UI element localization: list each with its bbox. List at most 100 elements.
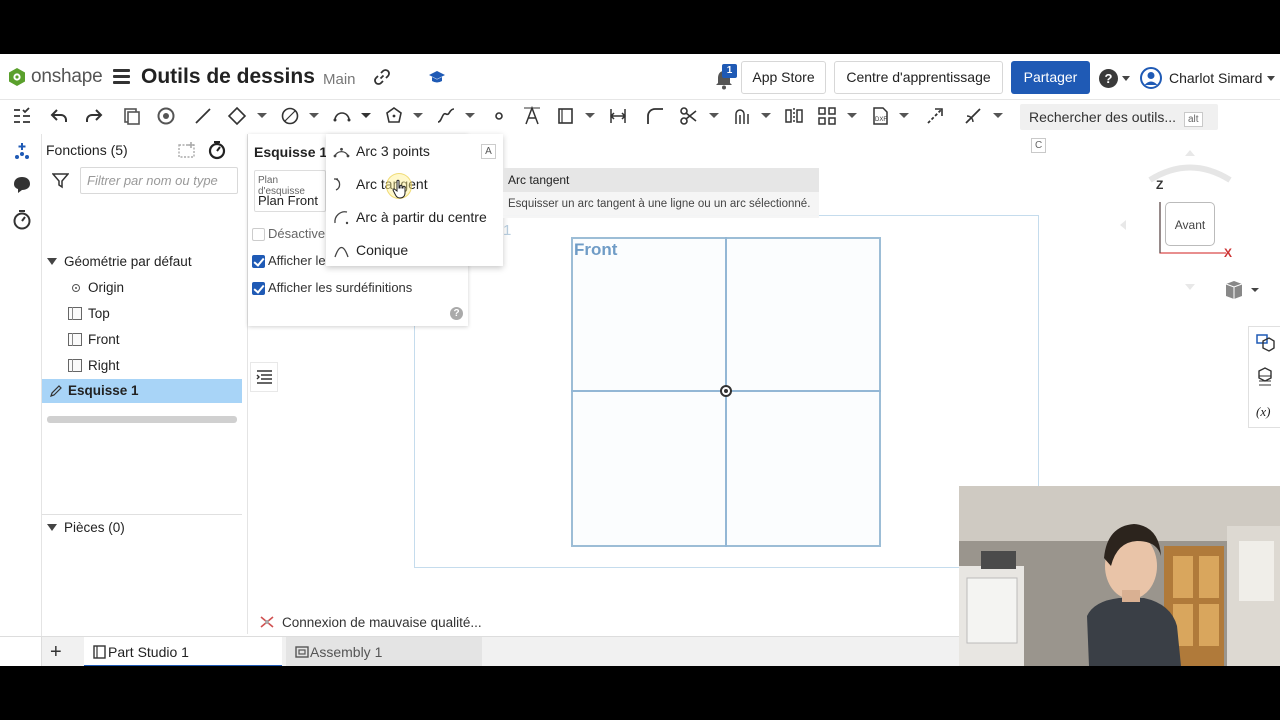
collapse-caret-icon[interactable] xyxy=(47,258,57,265)
search-tools-button[interactable]: Rechercher des outils... alt C xyxy=(1020,104,1218,153)
right-tool-panel: (x) xyxy=(1248,326,1280,428)
ghost-label: 1 xyxy=(503,222,512,239)
add-feature-icon[interactable] xyxy=(11,140,33,162)
show-constraints-checkbox[interactable] xyxy=(252,255,265,268)
origin-point[interactable] xyxy=(720,385,732,397)
link-icon[interactable] xyxy=(373,68,391,86)
axis-z-label: Z xyxy=(1156,178,1164,192)
user-menu-caret-icon[interactable] xyxy=(1267,76,1275,81)
spline-dropdown-caret-icon[interactable] xyxy=(465,113,475,118)
text-tool-icon[interactable] xyxy=(522,105,542,126)
parts-folder[interactable]: Pièces (0) xyxy=(42,515,248,541)
arc-tool-icon[interactable] xyxy=(332,106,352,126)
filter-icon[interactable] xyxy=(52,172,69,189)
polygon-tool-icon[interactable] xyxy=(384,106,404,126)
insert-image-icon[interactable] xyxy=(556,106,576,126)
tree-item-origin[interactable]: Origin xyxy=(42,275,248,301)
corner-rectangle-icon[interactable] xyxy=(227,106,247,126)
rectangle-dropdown-caret-icon[interactable] xyxy=(257,113,267,118)
tab-label: Assembly 1 xyxy=(310,644,383,660)
user-avatar-icon[interactable] xyxy=(1140,67,1162,89)
point-tool-icon[interactable] xyxy=(489,106,509,126)
disable-checkbox[interactable] xyxy=(252,228,265,241)
polygon-dropdown-caret-icon[interactable] xyxy=(413,113,423,118)
show-overdefined-checkbox[interactable] xyxy=(252,282,265,295)
app-store-button[interactable]: App Store xyxy=(741,61,826,94)
help-caret-icon[interactable] xyxy=(1122,76,1130,81)
share-button[interactable]: Partager xyxy=(1011,61,1090,94)
circle-dropdown-caret-icon[interactable] xyxy=(309,113,319,118)
rollback-timer-icon[interactable] xyxy=(207,140,227,160)
view-cube-face[interactable]: Avant xyxy=(1165,202,1215,246)
mirror-tool-icon[interactable] xyxy=(784,106,804,126)
menu-item-arc-tangent[interactable]: Arc tangent xyxy=(326,169,503,199)
image-dropdown-caret-icon[interactable] xyxy=(585,113,595,118)
fillet-tool-icon[interactable] xyxy=(645,106,665,126)
spline-tool-icon[interactable] xyxy=(436,106,456,126)
menu-item-arc-3-points[interactable]: Arc 3 points A xyxy=(326,136,503,166)
tooltip-description: Esquisser un arc tangent à une ligne ou … xyxy=(508,198,811,210)
document-title[interactable]: Outils de dessins xyxy=(141,65,315,89)
notification-badge: 1 xyxy=(722,64,737,78)
branch-name[interactable]: Main xyxy=(323,71,356,88)
parts-list-icon[interactable] xyxy=(1255,367,1275,387)
copy-sketch-icon[interactable] xyxy=(122,106,142,126)
offset-tool-icon[interactable] xyxy=(732,106,752,126)
collapse-caret-icon[interactable] xyxy=(47,524,57,531)
tab-part-studio-1[interactable]: Part Studio 1 xyxy=(84,637,282,666)
dxf-import-icon[interactable]: DXF xyxy=(870,106,890,126)
circle-tool-icon[interactable] xyxy=(280,106,300,126)
part-studio-icon xyxy=(93,645,106,659)
user-name[interactable]: Charlot Simard xyxy=(1169,70,1262,86)
onshape-logo[interactable]: onshape xyxy=(8,66,103,88)
line-tool-icon[interactable] xyxy=(193,106,213,126)
tree-item-right[interactable]: Right xyxy=(42,353,248,379)
plane-icon xyxy=(68,307,82,320)
trim-dropdown-caret-icon[interactable] xyxy=(709,113,719,118)
hand-cursor-icon xyxy=(392,179,406,199)
tab-assembly-1[interactable]: Assembly 1 xyxy=(286,637,482,666)
hamburger-menu-icon[interactable] xyxy=(113,69,130,84)
help-icon[interactable]: ? xyxy=(1099,69,1118,88)
front-plane-label: Front xyxy=(574,240,618,259)
feature-list-scrollbar[interactable] xyxy=(47,416,237,423)
trim-tool-icon[interactable] xyxy=(679,106,699,126)
construction-toggle-icon[interactable] xyxy=(925,106,945,126)
use-icon[interactable] xyxy=(156,106,176,126)
menu-item-conic[interactable]: Conique xyxy=(326,235,503,265)
menu-item-arc-center[interactable]: Arc à partir du centre xyxy=(326,202,503,232)
pattern-dropdown-caret-icon[interactable] xyxy=(847,113,857,118)
dialog-help-icon[interactable]: ? xyxy=(450,307,463,320)
variables-icon[interactable]: (x) xyxy=(1255,401,1275,421)
sketch-plane-field[interactable]: Plan d'esquisse Plan Front xyxy=(254,170,326,212)
tree-item-label: Origin xyxy=(88,280,125,295)
undo-icon[interactable] xyxy=(49,106,69,126)
pattern-tool-icon[interactable] xyxy=(817,106,837,126)
learning-center-button[interactable]: Centre d'apprentissage xyxy=(834,61,1003,94)
feature-list-button[interactable] xyxy=(250,362,278,392)
filter-input[interactable]: Filtrer par nom ou type xyxy=(80,167,238,194)
add-folder-icon[interactable] xyxy=(177,140,197,160)
onshape-logo-icon xyxy=(9,68,25,86)
graduation-cap-icon[interactable] xyxy=(428,68,446,86)
tree-item-front[interactable]: Front xyxy=(42,327,248,353)
arc-dropdown-caret-icon[interactable] xyxy=(361,113,371,118)
tree-item-top[interactable]: Top xyxy=(42,301,248,327)
constraint-tool-icon[interactable] xyxy=(963,106,983,126)
dimension-tool-icon[interactable] xyxy=(608,106,628,126)
add-tab-icon[interactable]: + xyxy=(50,642,62,662)
appearance-icon[interactable] xyxy=(1255,333,1275,353)
measure-clock-icon[interactable] xyxy=(11,209,33,231)
arc-tool-menu: Arc 3 points A Arc tangent Arc à partir … xyxy=(326,134,503,266)
view-options-cube-icon[interactable] xyxy=(1224,278,1260,300)
offset-dropdown-caret-icon[interactable] xyxy=(761,113,771,118)
tree-item-label: Top xyxy=(88,306,110,321)
dxf-dropdown-caret-icon[interactable] xyxy=(899,113,909,118)
comments-icon[interactable] xyxy=(11,174,33,196)
tree-item-sketch-1[interactable]: Esquisse 1 xyxy=(42,379,242,403)
connection-status: Connexion de mauvaise qualité... xyxy=(258,614,482,630)
feature-list-toggle-icon[interactable] xyxy=(12,106,32,126)
default-geometry-folder[interactable]: Géométrie par défaut xyxy=(42,249,248,275)
redo-icon[interactable] xyxy=(84,106,104,126)
constraint-dropdown-caret-icon[interactable] xyxy=(993,113,1003,118)
